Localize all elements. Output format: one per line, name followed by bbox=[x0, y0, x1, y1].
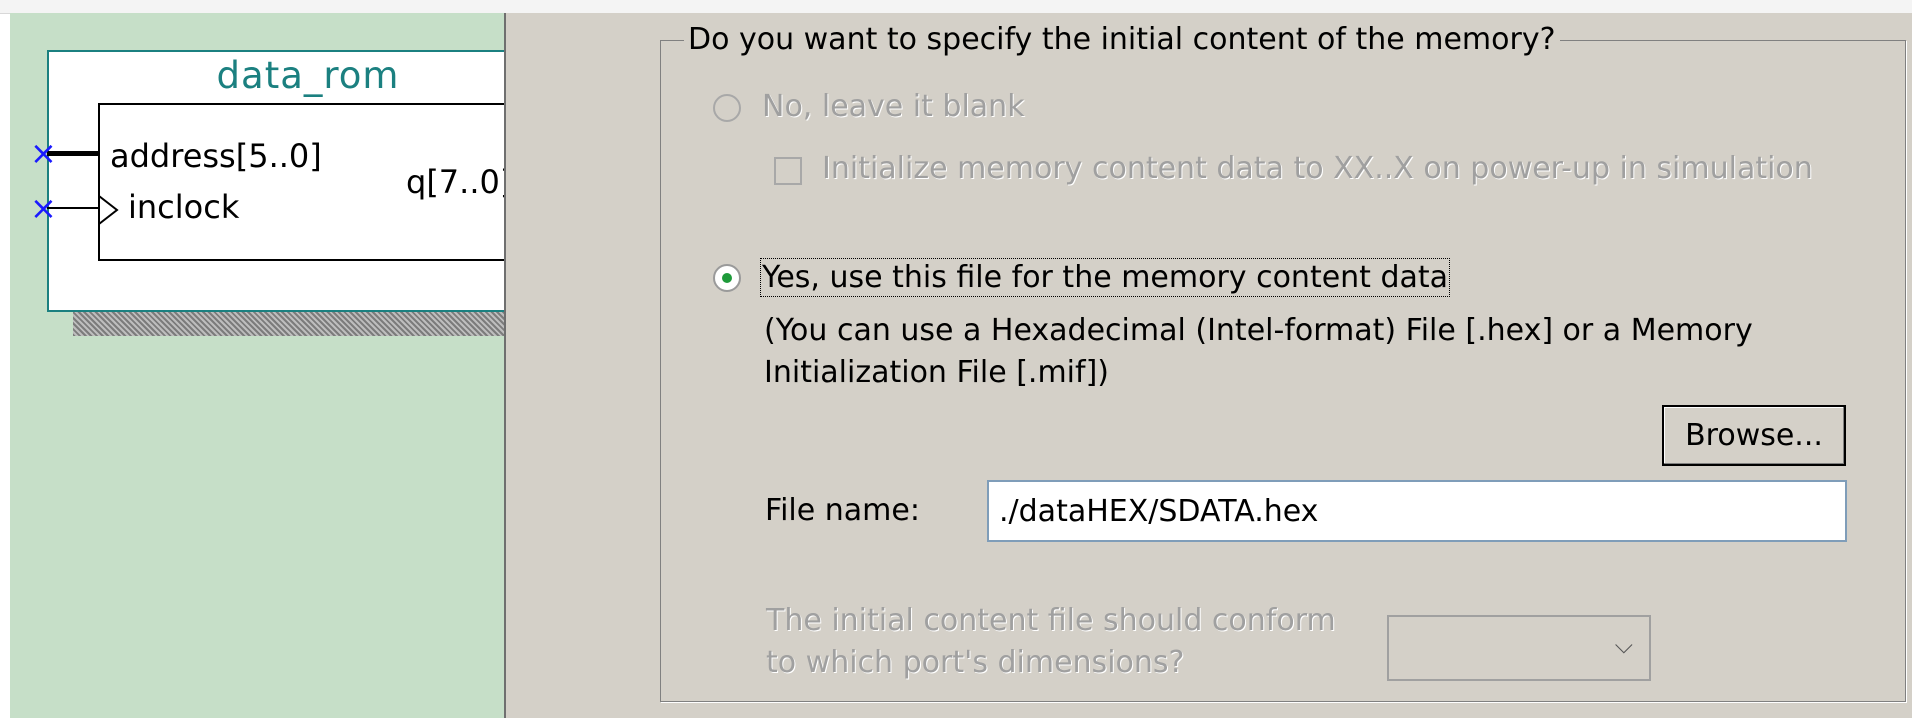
use-file-label[interactable]: Yes, use this file for the memory conten… bbox=[759, 258, 1451, 297]
init-xx-checkbox[interactable] bbox=[774, 157, 802, 185]
top-strip bbox=[0, 0, 1912, 14]
radio-selected-dot bbox=[722, 273, 732, 283]
port-address-label: address[5..0] bbox=[110, 137, 322, 175]
port-inclock-label: inclock bbox=[128, 188, 240, 226]
file-format-hint-line1: (You can use a Hexadecimal (Intel-format… bbox=[764, 313, 1753, 348]
use-file-radio[interactable] bbox=[713, 264, 741, 292]
file-name-input[interactable]: ./dataHEX/SDATA.hex bbox=[987, 480, 1847, 542]
symbol-title: data_rom bbox=[216, 54, 400, 97]
port-q-label: q[7..0] bbox=[406, 163, 513, 201]
init-xx-label: Initialize memory content data to XX..X … bbox=[822, 151, 1813, 186]
browse-button[interactable]: Browse... bbox=[1662, 405, 1846, 466]
file-name-label: File name: bbox=[765, 493, 920, 528]
address-pin-marker-icon: × bbox=[30, 134, 57, 172]
port-dimension-select[interactable]: ⌵ bbox=[1387, 615, 1651, 681]
chevron-down-icon: ⌵ bbox=[1614, 631, 1633, 659]
groupbox-title: Do you want to specify the initial conte… bbox=[684, 22, 1560, 57]
file-format-hint-line2: Initialization File [.mif]) bbox=[764, 355, 1109, 390]
no-blank-label: No, leave it blank bbox=[762, 89, 1025, 124]
conform-label-line1: The initial content file should conform bbox=[766, 603, 1336, 638]
clock-input-icon bbox=[98, 195, 119, 225]
no-blank-radio[interactable] bbox=[713, 94, 741, 122]
inclock-pin-marker-icon: × bbox=[30, 189, 57, 227]
conform-label-line2: to which port's dimensions? bbox=[766, 645, 1185, 680]
